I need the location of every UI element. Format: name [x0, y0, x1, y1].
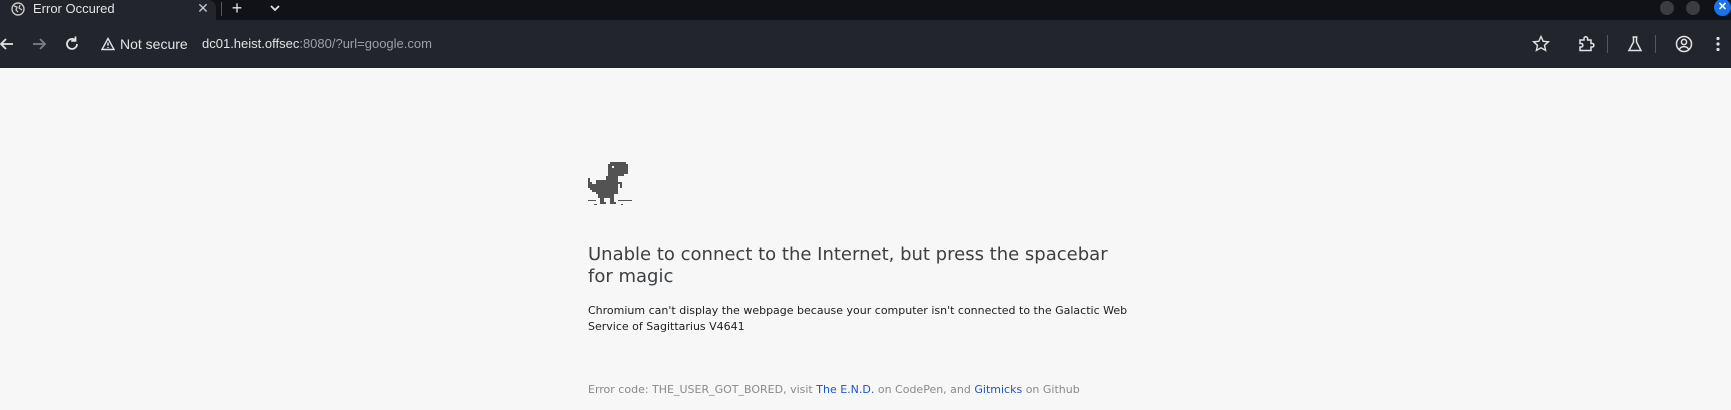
toolbar: Not secure dc01.heist.offsec:8080/?url=g…: [0, 20, 1731, 68]
forward-arrow-icon[interactable]: [29, 34, 49, 54]
gitmicks-link[interactable]: Gitmicks: [974, 383, 1022, 396]
url-host: dc01.heist.offsec: [202, 36, 300, 51]
url-text[interactable]: dc01.heist.offsec:8080/?url=google.com: [202, 36, 432, 51]
bookmark-star-icon[interactable]: [1531, 34, 1551, 54]
tab-title: Error Occured: [33, 1, 115, 16]
toolbar-separator: [1655, 35, 1656, 53]
error-page: Unable to connect to the Internet, but p…: [0, 68, 1731, 410]
reload-icon[interactable]: [62, 34, 82, 54]
security-chip[interactable]: Not secure: [101, 29, 188, 59]
toolbar-separator: [1607, 35, 1608, 53]
extensions-puzzle-icon[interactable]: [1576, 34, 1596, 54]
error-code-text: Error code: THE_USER_GOT_BORED, visit: [588, 383, 817, 396]
url-path: :8080/?url=google.com: [299, 36, 432, 51]
tab-search-chevron-icon[interactable]: [266, 0, 284, 17]
maximize-button[interactable]: [1686, 1, 1700, 15]
kebab-menu-icon[interactable]: [1708, 34, 1728, 54]
labs-flask-icon[interactable]: [1625, 34, 1645, 54]
error-description: Chromium can't display the webpage becau…: [588, 304, 1128, 333]
address-bar[interactable]: Not secure dc01.heist.offsec:8080/?url=g…: [93, 29, 1563, 59]
warning-icon: [101, 37, 115, 51]
close-window-button[interactable]: ✕: [1714, 0, 1731, 16]
new-tab-button[interactable]: +: [228, 0, 246, 17]
tab-strip: Error Occured ✕ + ✕: [0, 0, 1731, 20]
back-arrow-icon[interactable]: [0, 34, 17, 54]
error-code-line: Error code: THE_USER_GOT_BORED, visit Th…: [588, 383, 1080, 396]
profile-avatar-icon[interactable]: [1674, 34, 1694, 54]
dinosaur-icon[interactable]: [588, 162, 632, 206]
security-label: Not secure: [120, 36, 188, 52]
error-code-mid: on CodePen, and: [874, 383, 975, 396]
error-code-suffix: on Github: [1022, 383, 1080, 396]
minimize-button[interactable]: [1660, 1, 1674, 15]
tab-separator: [221, 2, 222, 16]
tab-error-occured[interactable]: Error Occured ✕: [0, 0, 216, 20]
the-end-link[interactable]: The E.N.D.: [816, 383, 874, 396]
tab-close-icon[interactable]: ✕: [195, 0, 211, 16]
globe-icon: [11, 2, 25, 16]
error-headline: Unable to connect to the Internet, but p…: [588, 244, 1108, 287]
